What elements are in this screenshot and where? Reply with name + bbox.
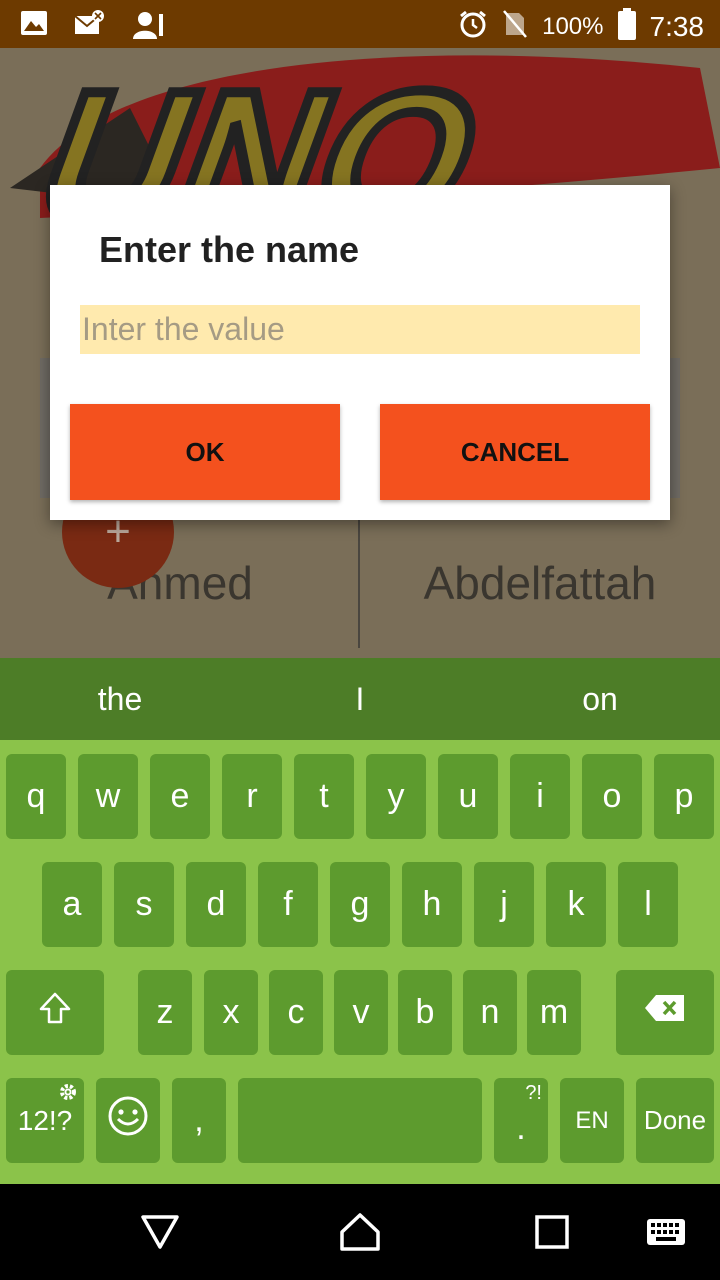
emoji-icon [107,1095,149,1146]
keyboard-switch-button[interactable] [636,1202,696,1262]
key-h[interactable]: h [402,862,462,947]
key-m[interactable]: m [527,970,581,1055]
key-e[interactable]: e [150,754,210,839]
key-o[interactable]: o [582,754,642,839]
suggestion-item[interactable]: I [240,658,480,740]
period-key[interactable]: . ?! [494,1078,548,1163]
shift-icon [38,991,72,1034]
key-w[interactable]: w [78,754,138,839]
key-a[interactable]: a [42,862,102,947]
home-icon [340,1213,380,1251]
account-icon [132,10,166,45]
key-t[interactable]: t [294,754,354,839]
ok-button[interactable]: OK [70,404,340,500]
key-n[interactable]: n [463,970,517,1055]
suggestion-strip: the I on [0,658,720,740]
battery-percent: 100% [542,12,604,40]
recents-button[interactable] [522,1202,582,1262]
name-input[interactable] [80,305,640,354]
dialog-title: Enter the name [99,229,360,270]
key-u[interactable]: u [438,754,498,839]
player-name[interactable]: Ahmed [0,518,360,648]
key-f[interactable]: f [258,862,318,947]
key-r[interactable]: r [222,754,282,839]
key-g[interactable]: g [330,862,390,947]
settings-gear-icon [58,1082,78,1108]
emoji-key[interactable] [96,1078,160,1163]
key-l[interactable]: l [618,862,678,947]
key-b[interactable]: b [398,970,452,1055]
divider [358,518,360,648]
suggestion-item[interactable]: the [0,658,240,740]
key-k[interactable]: k [546,862,606,947]
key-v[interactable]: v [334,970,388,1055]
key-z[interactable]: z [138,970,192,1055]
key-i[interactable]: i [510,754,570,839]
navigation-bar [0,1184,720,1280]
key-c[interactable]: c [269,970,323,1055]
keyboard: q w e r t y u i o p a s d f g h j k l z … [0,740,720,1184]
keyboard-icon [647,1219,685,1245]
back-button[interactable] [130,1202,190,1262]
player-name[interactable]: Abdelfattah [360,518,720,648]
alarm-icon [458,9,488,44]
key-j[interactable]: j [474,862,534,947]
mail-icon [74,10,106,45]
clock: 7:38 [649,10,705,42]
enter-name-dialog: Enter the name OK CANCEL [50,185,670,520]
space-key[interactable] [238,1078,482,1163]
backspace-key[interactable] [616,970,714,1055]
back-icon [141,1215,179,1249]
home-button[interactable] [330,1202,390,1262]
period-label: . [516,1109,526,1147]
key-x[interactable]: x [204,970,258,1055]
recents-icon [535,1215,569,1249]
image-icon [20,10,48,45]
no-sim-icon [502,9,528,44]
symbols-label: 12!? [17,1104,73,1136]
shift-key[interactable] [6,970,104,1055]
key-p[interactable]: p [654,754,714,839]
cancel-button[interactable]: CANCEL [380,404,650,500]
key-s[interactable]: s [114,862,174,947]
key-d[interactable]: d [186,862,246,947]
comma-key[interactable]: , [172,1078,226,1163]
backspace-icon [644,993,686,1032]
done-key[interactable]: Done [636,1078,714,1163]
suggestion-item[interactable]: on [480,658,720,740]
key-q[interactable]: q [6,754,66,839]
key-y[interactable]: y [366,754,426,839]
status-bar: 100% 7:38 [0,0,720,48]
symbols-key[interactable]: 12!? [6,1078,84,1163]
language-key[interactable]: EN [560,1078,624,1163]
battery-icon [617,8,636,45]
period-alt-label: ?! [525,1082,542,1104]
